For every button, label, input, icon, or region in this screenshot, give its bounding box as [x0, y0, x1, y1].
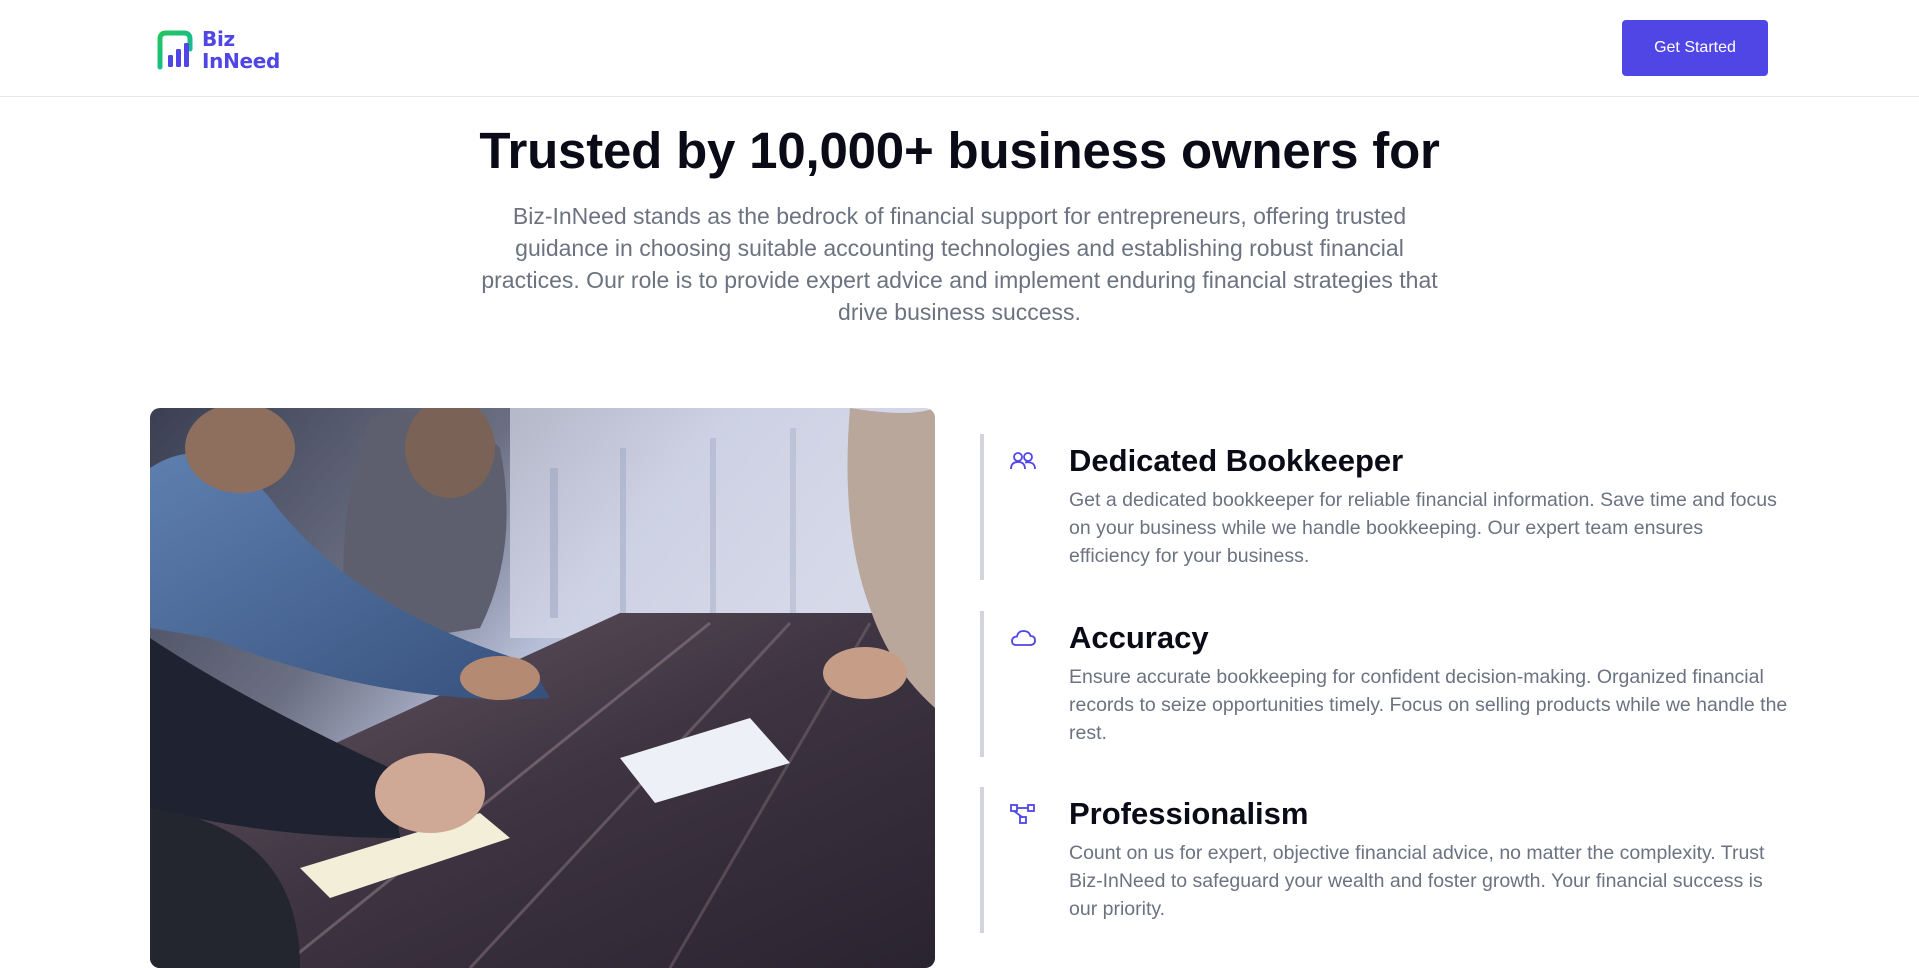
feature-dedicated-bookkeeper: Dedicated Bookkeeper Get a dedicated boo… [980, 434, 1777, 580]
logo-wordmark: Biz InNeed [202, 28, 280, 72]
feature-title: Professionalism [1069, 796, 1309, 831]
logo-line-2: InNeed [202, 49, 281, 73]
network-icon [1008, 802, 1038, 826]
logo-chart-icon [157, 30, 193, 70]
feature-description: Count on us for expert, objective financ… [1069, 842, 1765, 920]
feature-professionalism: Professionalism Count on us for expert, … [980, 787, 1770, 933]
feature-description: Get a dedicated bookkeeper for reliable … [1069, 489, 1777, 567]
meeting-image [150, 408, 935, 968]
get-started-button[interactable]: Get Started [1622, 20, 1768, 76]
feature-description: Ensure accurate bookkeeping for confiden… [1069, 666, 1788, 744]
cloud-icon [1008, 626, 1038, 650]
users-icon [1008, 449, 1038, 473]
hero-title: Trusted by 10,000+ business owners for [479, 122, 1440, 179]
feature-title: Accuracy [1069, 620, 1209, 655]
team-meeting-photo [150, 408, 935, 968]
logo-link[interactable]: Biz InNeed [154, 27, 280, 73]
logo-line-1: Biz [202, 27, 235, 51]
feature-accuracy: Accuracy Ensure accurate bookkeeping for… [980, 611, 1787, 757]
top-navbar: Biz InNeed Get Started [0, 0, 1919, 97]
hero-subtitle: Biz-InNeed stands as the bedrock of fina… [481, 203, 1438, 325]
feature-title: Dedicated Bookkeeper [1069, 443, 1404, 478]
